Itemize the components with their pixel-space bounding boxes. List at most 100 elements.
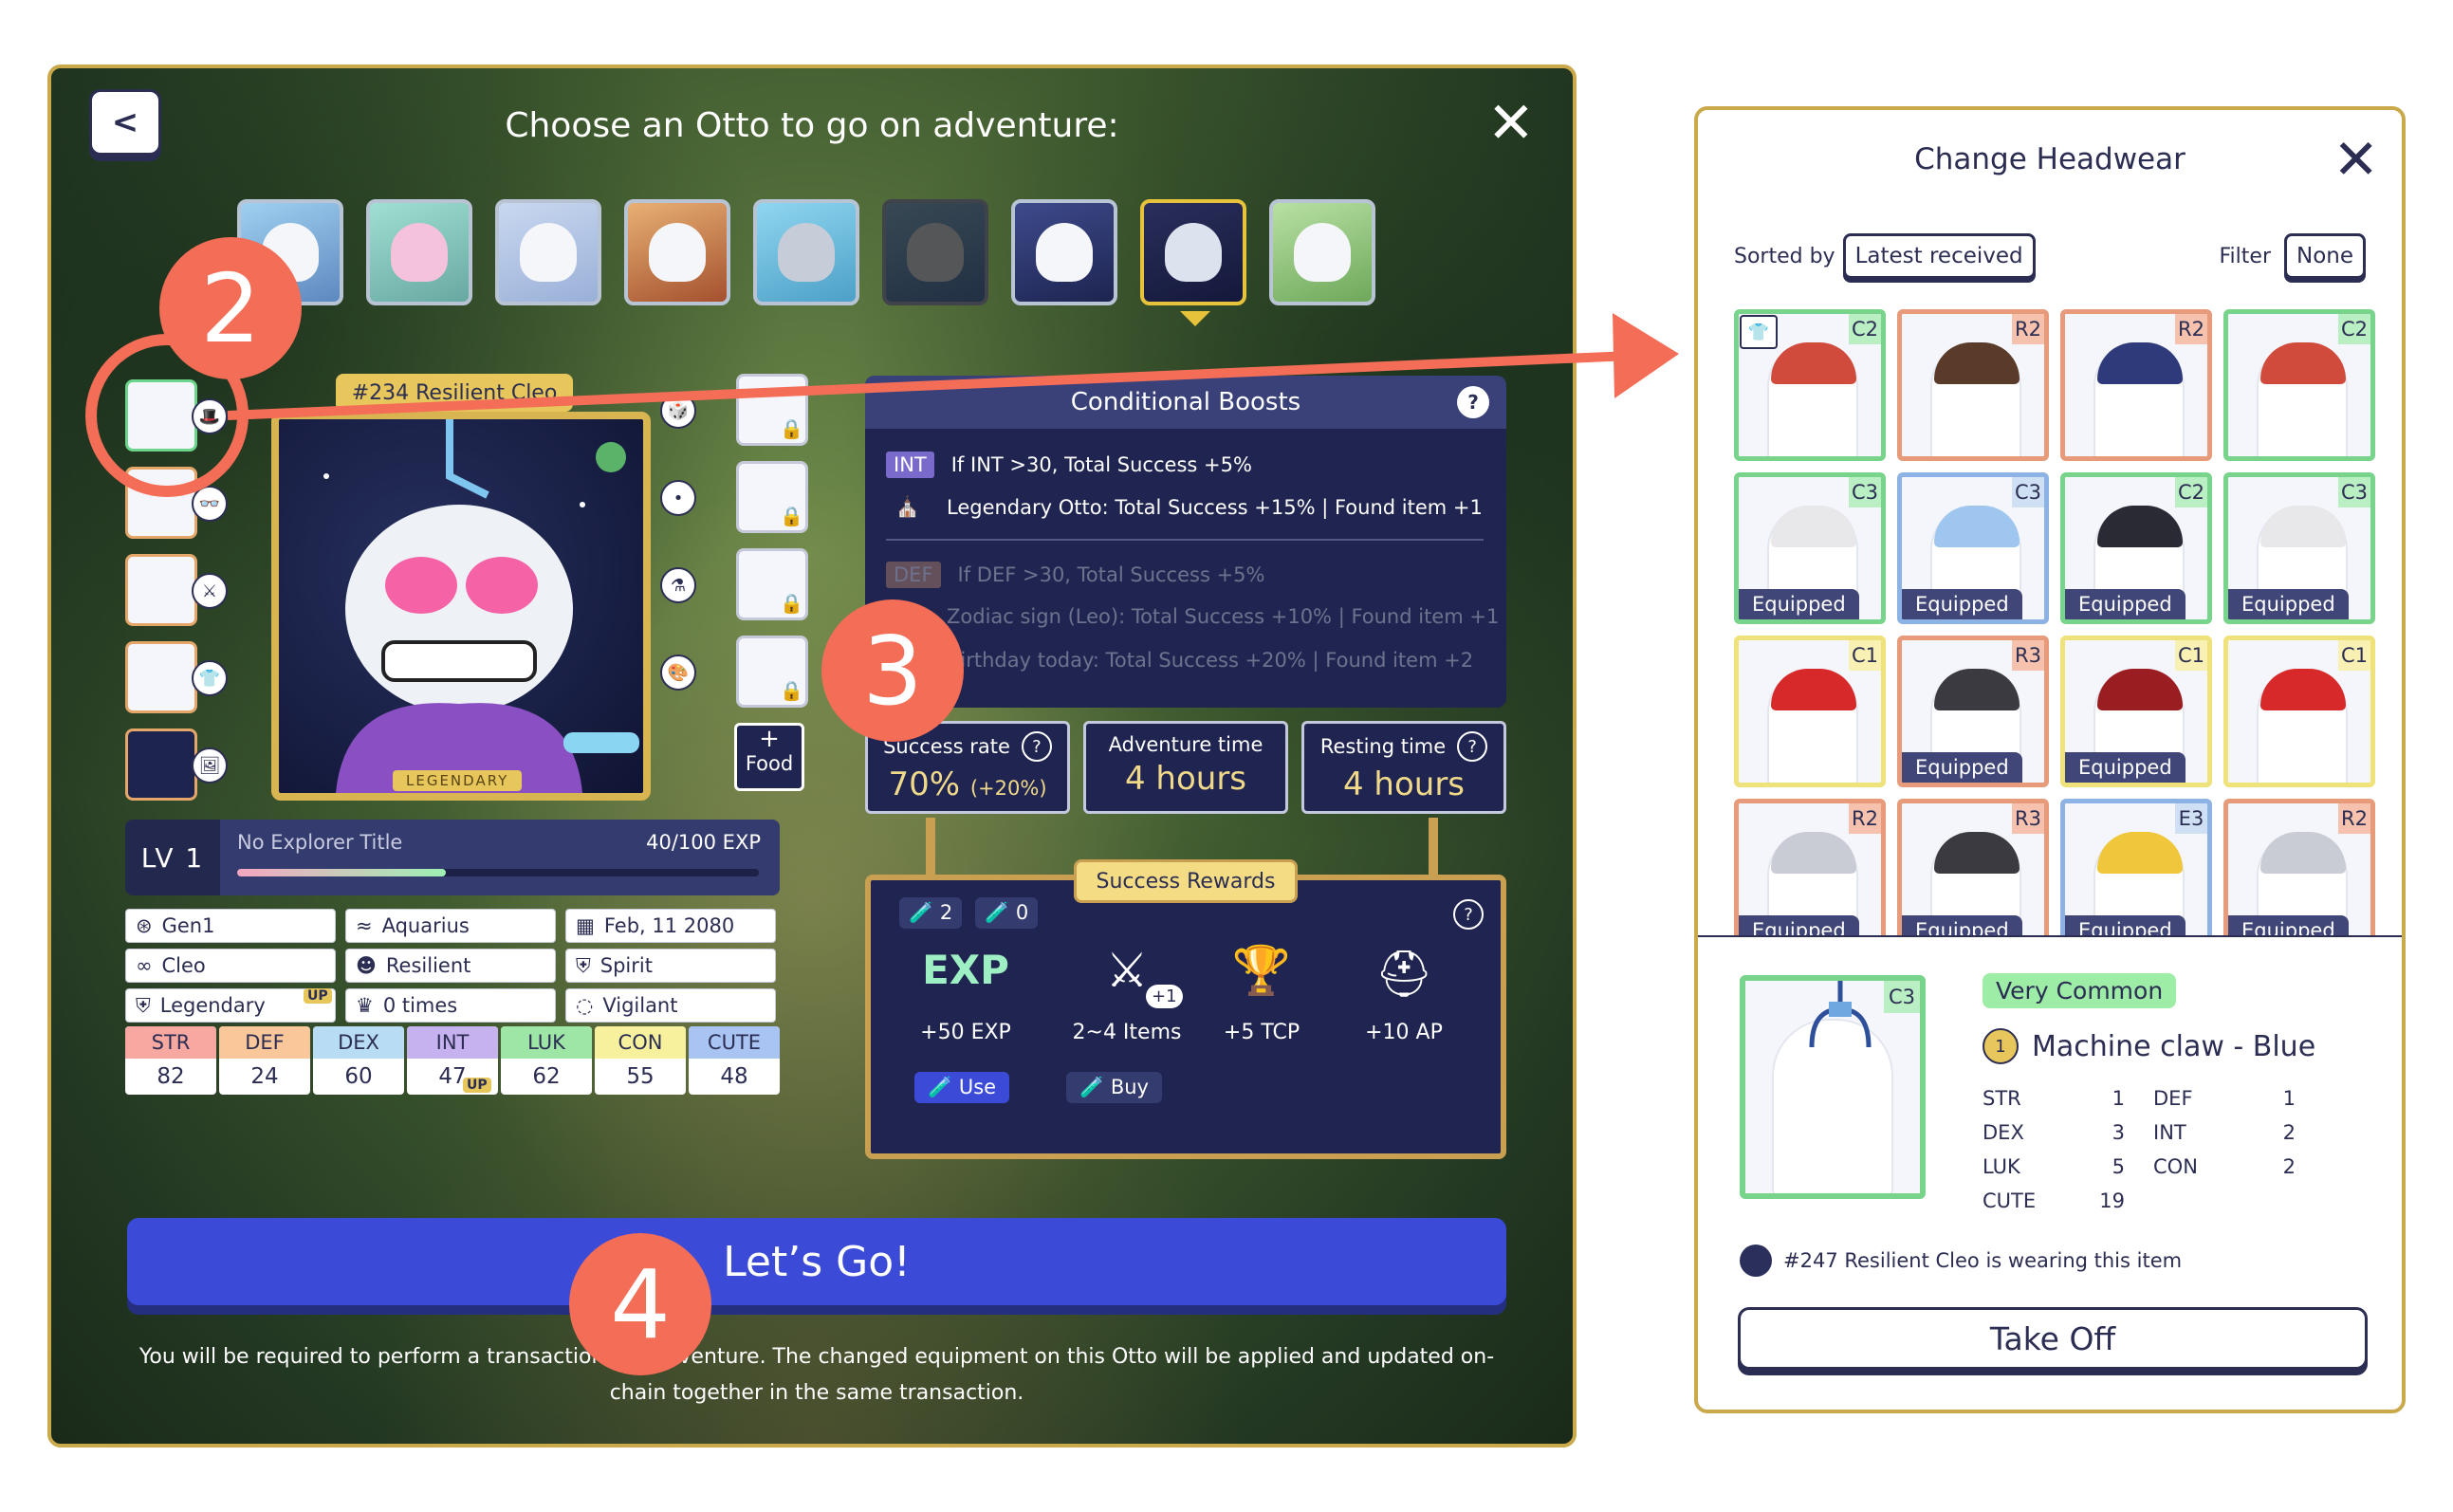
headwear-item[interactable]: C3 Equipped [1897, 472, 2049, 624]
hat-icon [2260, 506, 2346, 547]
stat-value: 19 [2099, 1189, 2125, 1212]
item-stat: CON 2 [2153, 1155, 2296, 1178]
sort-dropdown[interactable]: Latest received [1842, 233, 2036, 279]
hat-icon [1934, 506, 2020, 547]
headwear-item[interactable]: C1 Equipped [2060, 636, 2212, 787]
stat-name: DEX [1983, 1121, 2024, 1144]
take-off-button[interactable]: Take Off [1738, 1307, 2368, 1370]
headwear-item[interactable]: C2 Equipped [2060, 472, 2212, 624]
wearer-info: #247 Resilient Cleo is wearing this item [1740, 1245, 2182, 1277]
rarity-code: C2 [2175, 477, 2207, 507]
item-stats: STR 1 DEF 1 DEX 3 INT 2 LUK 5 CON 2 CUTE 19 [1983, 1087, 2324, 1229]
headwear-item[interactable]: R2 [2060, 309, 2212, 461]
equipped-badge: Equipped [1739, 915, 1859, 935]
hat-icon [1934, 342, 2020, 384]
rarity-code: C2 [2338, 314, 2370, 344]
item-stat: INT 2 [2153, 1121, 2296, 1144]
item-stat: LUK 5 [1983, 1155, 2125, 1178]
filter-dropdown[interactable]: None [2283, 233, 2366, 279]
callout-4: 4 [569, 1233, 711, 1375]
stat-name: CUTE [1983, 1189, 2037, 1212]
selected-item-image: C3 [1740, 975, 1926, 1199]
rarity-code: R3 [2012, 803, 2044, 834]
take-off-icon: 👕 [1740, 315, 1778, 349]
hat-icon [1934, 669, 2020, 710]
item-stat: DEF 1 [2153, 1087, 2296, 1110]
headwear-item[interactable]: C1 [2223, 636, 2375, 787]
rarity-code: C3 [2338, 477, 2370, 507]
rarity-code: R2 [2012, 314, 2044, 344]
stat-value: 1 [2112, 1087, 2125, 1110]
divider [1698, 935, 2402, 937]
callout-3: 3 [821, 599, 964, 742]
equipped-badge: Equipped [2065, 589, 2186, 619]
stat-name: DEF [2153, 1087, 2193, 1110]
rarity-code: C3 [1884, 981, 1920, 1013]
close-icon[interactable]: ✕ [2333, 127, 2379, 192]
rarity-code: R2 [2338, 803, 2370, 834]
rarity-code: R2 [2175, 314, 2207, 344]
rarity-code: C1 [2338, 640, 2370, 671]
stat-name: LUK [1983, 1155, 2020, 1178]
item-stat: CUTE 19 [1983, 1189, 2125, 1212]
equipped-badge: Equipped [1902, 915, 2022, 935]
sort-label: Sorted by [1734, 244, 1835, 268]
hat-icon [2260, 832, 2346, 874]
level-shield-icon: 1 [1983, 1028, 2019, 1064]
equipped-badge: Equipped [2228, 589, 2349, 619]
headwear-item[interactable]: E3 Equipped [2060, 799, 2212, 935]
rarity-code: C2 [1849, 314, 1881, 344]
equipped-badge: Equipped [1739, 589, 1859, 619]
headwear-item[interactable]: R3 Equipped [1897, 636, 2049, 787]
hat-icon [2097, 342, 2183, 384]
sort-control: Sorted by Latest received [1734, 233, 2036, 279]
equipped-badge: Equipped [1902, 589, 2022, 619]
rarity-code: C3 [2012, 477, 2044, 507]
rarity-badge: Very Common [1983, 973, 2177, 1008]
hat-icon [1771, 832, 1856, 874]
headwear-item[interactable]: R2 Equipped [2223, 799, 2375, 935]
rarity-code: R3 [2012, 640, 2044, 671]
stat-value: 2 [2282, 1121, 2296, 1144]
item-name: Machine claw - Blue [2032, 1029, 2316, 1063]
headwear-grid: C2 R2 R2 C2 C3 Equipped C3 Equipped C2 Equipped C3… [1734, 309, 2375, 935]
item-stat: DEX 3 [1983, 1121, 2125, 1144]
headwear-item[interactable]: R3 Equipped [1897, 799, 2049, 935]
stat-name: CON [2153, 1155, 2198, 1178]
headwear-item[interactable]: C2 [2223, 309, 2375, 461]
hat-icon [1771, 506, 1856, 547]
headwear-item[interactable]: C3 Equipped [2223, 472, 2375, 624]
filter-control: Filter None [2220, 233, 2366, 279]
stat-value: 2 [2282, 1155, 2296, 1178]
rarity-code: R2 [1849, 803, 1881, 834]
equipped-badge: Equipped [2065, 915, 2186, 935]
callout-2: 2 [159, 237, 302, 379]
change-headwear-panel: Change Headwear ✕ Sorted by Latest recei… [1694, 106, 2406, 1413]
equipped-badge: Equipped [2065, 752, 2186, 783]
wearer-text: #247 Resilient Cleo is wearing this item [1783, 1249, 2183, 1272]
hat-icon [2097, 832, 2183, 874]
stat-value: 5 [2112, 1155, 2125, 1178]
stat-name: INT [2153, 1121, 2186, 1144]
headwear-item[interactable]: C1 [1734, 636, 1886, 787]
stat-name: STR [1983, 1087, 2021, 1110]
item-title: 1 Machine claw - Blue [1983, 1028, 2315, 1064]
hat-icon [2260, 669, 2346, 710]
avatar [1740, 1245, 1772, 1277]
hat-icon [1771, 669, 1856, 710]
equipped-badge: Equipped [2228, 915, 2349, 935]
hat-icon [1771, 342, 1856, 384]
headwear-item[interactable]: C3 Equipped [1734, 472, 1886, 624]
hat-icon [1934, 832, 2020, 874]
stat-value: 1 [2282, 1087, 2296, 1110]
headwear-item[interactable]: R2 [1897, 309, 2049, 461]
hat-icon [2260, 342, 2346, 384]
machine-claw-icon [1809, 981, 1872, 1048]
rarity-code: C1 [1849, 640, 1881, 671]
rarity-code: C3 [1849, 477, 1881, 507]
headwear-item[interactable]: R2 Equipped [1734, 799, 1886, 935]
panel-title: Change Headwear [1914, 142, 2186, 176]
stat-value: 3 [2112, 1121, 2125, 1144]
hat-icon [2097, 506, 2183, 547]
hat-icon [2097, 669, 2183, 710]
